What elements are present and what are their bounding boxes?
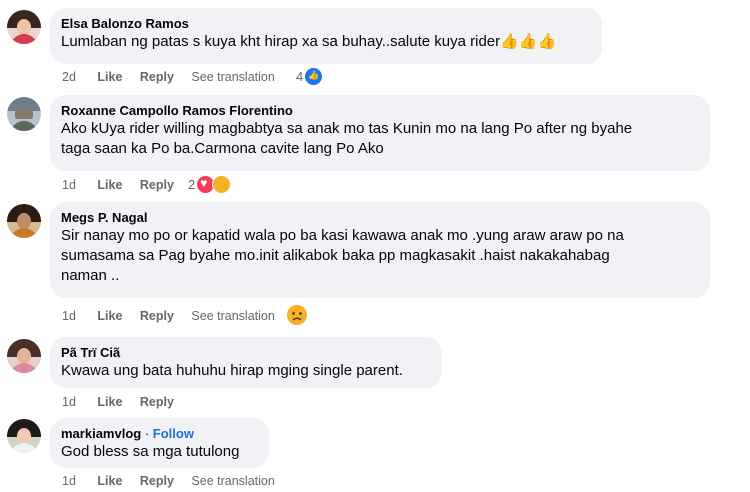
reaction-summary[interactable]: 2 [188, 175, 232, 194]
comment-bubble: markiamvlog · Follow God bless sa mga tu… [50, 418, 269, 468]
comment-text: Lumlaban ng patas s kuya kht hirap xa sa… [61, 32, 591, 52]
comment-bubble: Megs P. Nagal Sir nanay mo po or kapatid… [50, 202, 710, 298]
comment-bubble: Roxanne Campollo Ramos Florentino Ako kU… [50, 95, 710, 171]
like-button[interactable]: Like [97, 473, 122, 489]
comment-text-line: taga saan ka Po ba.Carmona cavite lang P… [61, 140, 384, 157]
like-button[interactable]: Like [97, 308, 122, 324]
care-reaction-icon [212, 175, 232, 194]
comment-bubble: Pã Trï Ciã Kwawa ung bata huhuhu hirap m… [50, 337, 442, 388]
avatar[interactable] [7, 10, 41, 44]
comment-actions: 1d Like Reply [62, 177, 188, 193]
reaction-summary[interactable]: 4 [296, 67, 324, 86]
comment-author[interactable]: markiamvlog [61, 426, 141, 441]
comment-actions: 1d Like Reply See translation [62, 308, 289, 324]
reaction-count: 2 [188, 177, 196, 192]
like-reaction-icon [304, 67, 324, 86]
comment-text-line: sumasama sa Pag byahe mo.init alikabok b… [61, 247, 610, 264]
separator-dot: · [144, 426, 150, 441]
comment-text-line: God bless sa mga tutulong [61, 443, 240, 460]
avatar[interactable] [7, 97, 41, 131]
comment-author[interactable]: Elsa Balonzo Ramos [61, 15, 591, 32]
reply-button[interactable]: Reply [140, 177, 174, 193]
comment-author[interactable]: Megs P. Nagal [61, 209, 699, 226]
see-translation-link[interactable]: See translation [191, 473, 274, 489]
comment-time[interactable]: 2d [62, 69, 76, 85]
comment-bubble: Elsa Balonzo Ramos Lumlaban ng patas s k… [50, 8, 602, 64]
avatar[interactable] [7, 339, 41, 373]
comment-text-line: Sir nanay mo po or kapatid wala po ba ka… [61, 227, 624, 244]
comment-actions: 1d Like Reply [62, 394, 188, 410]
comment-author-line: markiamvlog · Follow [61, 425, 258, 442]
reply-button[interactable]: Reply [140, 308, 174, 324]
comment-author[interactable]: Roxanne Campollo Ramos Florentino [61, 102, 699, 119]
comment-actions: 1d Like Reply See translation [62, 473, 289, 489]
comment-text-line: naman .. [61, 267, 120, 284]
reply-button[interactable]: Reply [140, 473, 174, 489]
see-translation-link[interactable]: See translation [191, 69, 274, 85]
reply-button[interactable]: Reply [140, 394, 174, 410]
comment-text-line: Lumlaban ng patas s kuya kht hirap xa sa… [61, 33, 501, 50]
like-button[interactable]: Like [97, 69, 122, 85]
thumbs-up-emoji-icon: 👍👍👍 [500, 33, 557, 50]
like-button[interactable]: Like [97, 177, 122, 193]
comment-text-line: Kwawa ung bata huhuhu hirap mging single… [61, 362, 403, 379]
avatar[interactable] [7, 419, 41, 453]
reaction-count: 4 [296, 69, 304, 84]
reaction-summary[interactable] [287, 305, 307, 325]
comment-text-line: Ako kUya rider willing magbabtya sa anak… [61, 120, 633, 137]
avatar[interactable] [7, 204, 41, 238]
follow-button[interactable]: Follow [153, 426, 194, 441]
comment-time[interactable]: 1d [62, 308, 76, 324]
sad-reaction-icon [287, 305, 307, 325]
see-translation-link[interactable]: See translation [191, 308, 274, 324]
like-button[interactable]: Like [97, 394, 122, 410]
sad-face-icon [287, 305, 307, 325]
comment-time[interactable]: 1d [62, 177, 76, 193]
comment-author[interactable]: Pã Trï Ciã [61, 344, 431, 361]
comment-actions: 2d Like Reply See translation [62, 69, 289, 85]
comment-time[interactable]: 1d [62, 394, 76, 410]
reply-button[interactable]: Reply [140, 69, 174, 85]
comment-time[interactable]: 1d [62, 473, 76, 489]
